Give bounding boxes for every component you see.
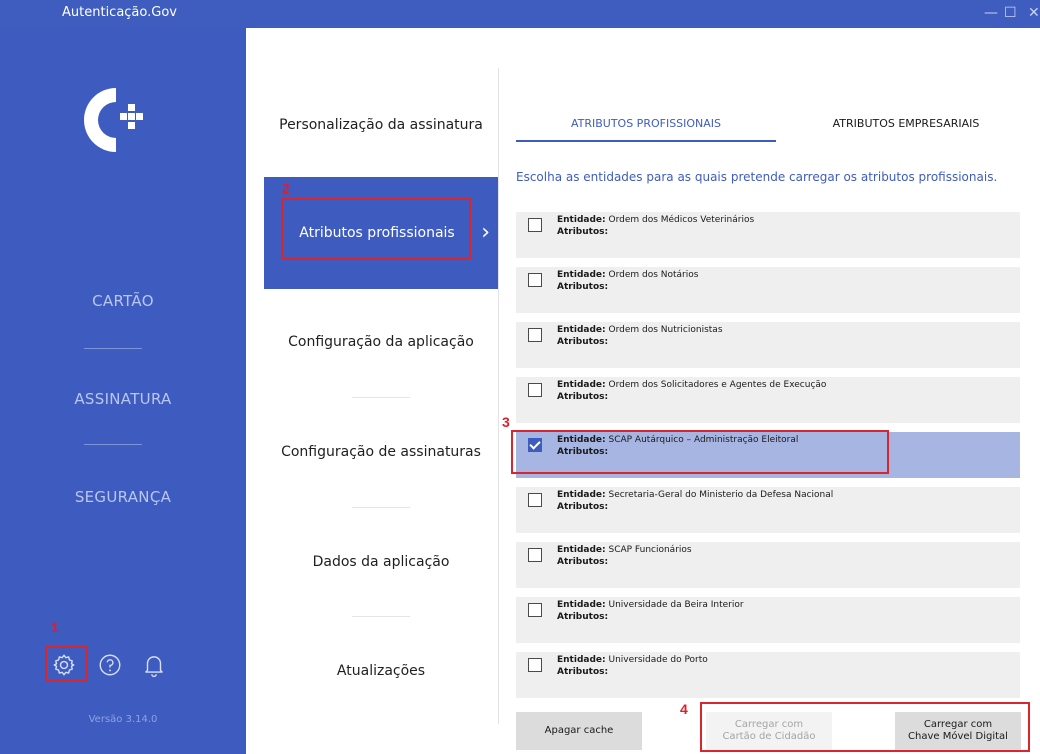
menu-item-dados-aplicacao[interactable]: Dados da aplicação: [264, 554, 498, 570]
entity-name: Ordem dos Nutricionistas: [608, 325, 723, 335]
entity-row-selected[interactable]: Entidade: SCAP Autárquico – Administraçã…: [516, 432, 1020, 478]
entity-label: Entidade:: [557, 490, 606, 500]
menu-divider: [352, 616, 410, 617]
entity-row[interactable]: Entidade: Ordem dos Médicos Veterinários…: [516, 212, 1020, 258]
close-button[interactable]: ✕: [1028, 6, 1040, 20]
attributes-label: Atributos:: [557, 227, 609, 237]
app-window: Autenticação.Gov — ☐ ✕ CARTÃO ASSINATURA…: [0, 0, 1040, 754]
minimize-button[interactable]: —: [984, 6, 998, 20]
annotation-number-4: 4: [680, 701, 688, 717]
entity-label: Entidade:: [557, 435, 606, 445]
attributes-label: Atributos:: [557, 557, 609, 567]
tab-atributos-profissionais[interactable]: ATRIBUTOS PROFISSIONAIS: [516, 117, 776, 130]
bell-icon[interactable]: [141, 652, 167, 678]
sidebar-item-seguranca[interactable]: SEGURANÇA: [0, 488, 246, 506]
attributes-label: Atributos:: [557, 392, 609, 402]
entity-checkbox[interactable]: [528, 548, 542, 562]
entity-name: SCAP Funcionários: [608, 545, 692, 555]
annotation-number-2: 2: [282, 180, 290, 196]
load-cmd-label-line2: Chave Móvel Digital: [908, 731, 1008, 742]
clear-cache-label: Apagar cache: [544, 725, 614, 736]
help-icon[interactable]: [97, 652, 123, 678]
entity-checkbox[interactable]: [528, 493, 542, 507]
entity-row[interactable]: Entidade: Ordem dos Notários Atributos:: [516, 267, 1020, 313]
attributes-label: Atributos:: [557, 447, 609, 457]
entity-label: Entidade:: [557, 215, 606, 225]
attributes-label: Atributos:: [557, 667, 609, 677]
entity-checkbox[interactable]: [528, 603, 542, 617]
sidebar-divider: [84, 348, 142, 349]
entity-label: Entidade:: [557, 600, 606, 610]
entity-label: Entidade:: [557, 325, 606, 335]
entity-name: Universidade da Beira Interior: [608, 600, 744, 610]
attributes-label: Atributos:: [557, 282, 609, 292]
entity-checkbox[interactable]: [528, 658, 542, 672]
entity-row[interactable]: Entidade: Ordem dos Solicitadores e Agen…: [516, 377, 1020, 423]
maximize-button[interactable]: ☐: [1004, 6, 1017, 20]
title-bar: Autenticação.Gov — ☐ ✕: [0, 0, 1040, 28]
entity-label: Entidade:: [557, 270, 606, 280]
load-with-citizen-card-button[interactable]: Carregar com Cartão de Cidadão: [706, 712, 832, 750]
entity-row[interactable]: Entidade: SCAP Funcionários Atributos:: [516, 542, 1020, 588]
entity-row[interactable]: Entidade: Ordem dos Nutricionistas Atrib…: [516, 322, 1020, 368]
attributes-label: Atributos:: [557, 337, 609, 347]
menu-item-atualizacoes[interactable]: Atualizações: [264, 663, 498, 679]
column-divider: [498, 68, 499, 724]
entity-name: SCAP Autárquico – Administração Eleitora…: [608, 435, 799, 445]
load-with-cmd-button[interactable]: Carregar com Chave Móvel Digital: [895, 712, 1021, 750]
entity-row[interactable]: Entidade: Secretaria-Geral do Ministerio…: [516, 487, 1020, 533]
clear-cache-button[interactable]: Apagar cache: [516, 712, 642, 750]
window-title: Autenticação.Gov: [62, 5, 177, 20]
chevron-right-icon: ›: [481, 220, 490, 245]
entity-name: Universidade do Porto: [608, 655, 708, 665]
menu-item-configuracao-aplicacao[interactable]: Configuração da aplicação: [264, 334, 498, 350]
load-cmd-label-line1: Carregar com: [923, 719, 993, 730]
sidebar-item-assinatura[interactable]: ASSINATURA: [0, 390, 246, 408]
entity-checkbox[interactable]: [528, 218, 542, 232]
entity-checkbox-checked[interactable]: [528, 438, 542, 452]
menu-item-personalizacao[interactable]: Personalização da assinatura: [264, 117, 498, 133]
autenticacao-gov-logo: [84, 88, 143, 152]
sidebar: CARTÃO ASSINATURA SEGURANÇA Versão 3.14.…: [0, 28, 246, 754]
entity-name: Secretaria-Geral do Ministerio da Defesa…: [608, 490, 834, 500]
menu-divider: [352, 507, 410, 508]
version-label: Versão 3.14.0: [88, 714, 158, 725]
entity-name: Ordem dos Médicos Veterinários: [608, 215, 755, 225]
entity-label: Entidade:: [557, 380, 606, 390]
annotation-number-1: 1: [51, 619, 59, 635]
sidebar-item-cartao[interactable]: CARTÃO: [0, 292, 246, 310]
entity-name: Ordem dos Solicitadores e Agentes de Exe…: [608, 380, 827, 390]
entity-checkbox[interactable]: [528, 273, 542, 287]
menu-item-label: Atributos profissionais: [299, 225, 455, 241]
attributes-label: Atributos:: [557, 502, 609, 512]
entity-name: Ordem dos Notários: [608, 270, 699, 280]
entity-row[interactable]: Entidade: Universidade do Porto Atributo…: [516, 652, 1020, 698]
attributes-label: Atributos:: [557, 612, 609, 622]
entity-row[interactable]: Entidade: Universidade da Beira Interior…: [516, 597, 1020, 643]
annotation-number-3: 3: [502, 414, 510, 430]
load-card-label-line1: Carregar com: [734, 719, 804, 730]
entity-checkbox[interactable]: [528, 383, 542, 397]
menu-divider: [352, 397, 410, 398]
menu-item-configuracao-assinaturas[interactable]: Configuração de assinaturas: [264, 444, 498, 460]
entity-label: Entidade:: [557, 545, 606, 555]
entity-label: Entidade:: [557, 655, 606, 665]
instruction-text: Escolha as entidades para as quais prete…: [516, 170, 998, 184]
tab-atributos-empresariais[interactable]: ATRIBUTOS EMPRESARIAIS: [776, 117, 1036, 130]
entity-checkbox[interactable]: [528, 328, 542, 342]
sidebar-divider: [84, 444, 142, 445]
gear-icon[interactable]: [51, 652, 77, 678]
load-card-label-line2: Cartão de Cidadão: [722, 731, 816, 742]
menu-item-atributos-profissionais[interactable]: Atributos profissionais ›: [264, 177, 498, 289]
active-tab-indicator: [516, 140, 776, 142]
